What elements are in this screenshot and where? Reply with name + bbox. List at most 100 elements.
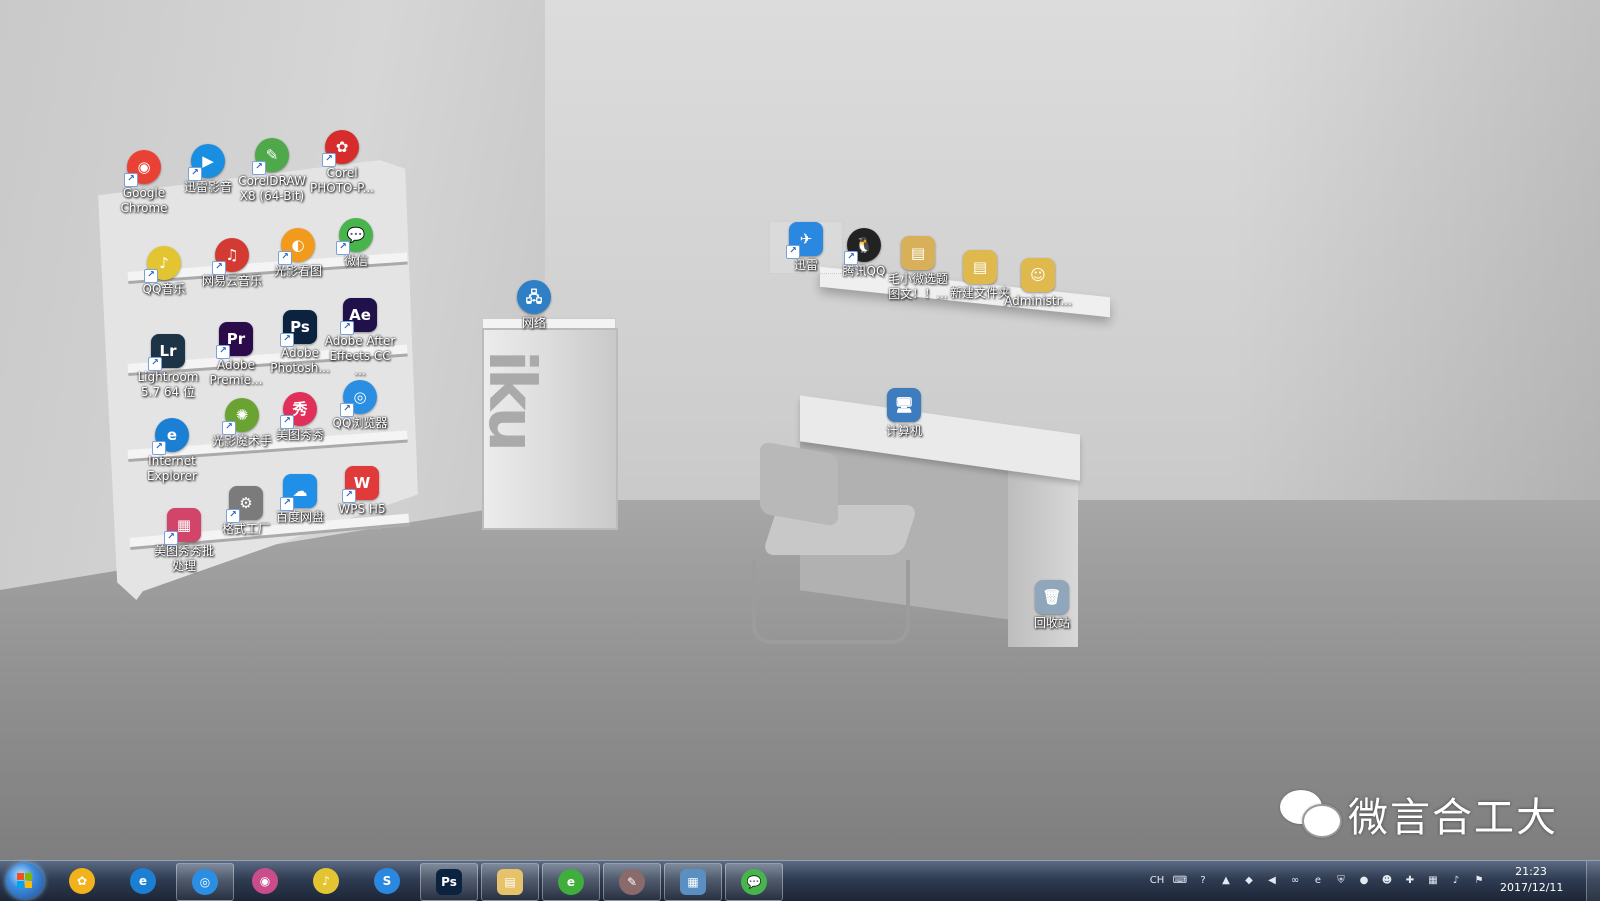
browser-tray-icon[interactable]: e [1309,872,1327,890]
taskbar-button-internet-explorer[interactable]: e [115,863,171,899]
shortcut-arrow-icon: ↗ [164,531,178,545]
taskbar-button-windows-photo-gallery[interactable]: ✿ [54,863,110,899]
chrome-icon: ◉ ↗ [124,150,161,187]
desktop-icon-label: Google Chrome [120,186,168,215]
taskbar-button-qq-music[interactable]: ♪ [298,863,354,899]
desktop-icon-after-effects[interactable]: Ae ↗ Adobe After Effects CC ... [324,298,396,379]
desktop-icon-recycle-bin[interactable]: 🗑 回收站 [1016,580,1088,631]
taskbar-button-xiuxiu-app[interactable]: ✎ [603,863,661,901]
desktop-icon-lightroom[interactable]: Lr ↗ Lightroom 5.7 64 位 [132,334,204,400]
show-hidden-icons[interactable]: ▲ [1217,872,1235,890]
taskbar-button-control-panel[interactable]: ▦ [664,863,722,901]
desktop-icon-label: QQ浏览器 [332,416,388,430]
computer-icon: 🖥 [887,388,921,422]
desktop-icon-label: 网络 [521,316,546,330]
desktop[interactable]: iku ◉ ↗ Google Chrome ▶ ↗ 迅雷影音 ✎ ↗ CorelDRAW X8 … [0,0,1600,860]
shortcut-arrow-icon: ↗ [322,153,336,167]
link-icon[interactable]: ∞ [1286,872,1304,890]
wallpaper-chair-leg [752,560,910,644]
shortcut-arrow-icon: ↗ [124,173,138,187]
desktop-icon-qq-browser[interactable]: ◎ ↗ QQ浏览器 [324,380,396,431]
taskbar-button-color-wheel[interactable]: ◉ [237,863,293,899]
shortcut-arrow-icon: ↗ [786,245,800,259]
color-wheel-icon: ◉ [252,868,278,894]
volume-mute-icon[interactable]: ◀ [1263,872,1281,890]
shortcut-arrow-icon: ↗ [148,357,162,371]
taskbar-button-photoshop[interactable]: Ps [420,863,478,901]
shortcut-arrow-icon: ↗ [340,321,354,335]
desktop-icon-network[interactable]: 🖧 网络 [498,280,570,331]
windows-start-button[interactable] [6,863,44,899]
photoshop-icon: Ps ↗ [280,310,317,347]
wechat-tray-icon[interactable]: ● [1355,872,1373,890]
meitu-icon: 秀 ↗ [280,392,317,429]
taskbar-button-file-explorer[interactable]: ▤ [481,863,539,901]
windows-photo-gallery-icon: ✿ [69,868,95,894]
shortcut-arrow-icon: ↗ [342,489,356,503]
desktop-icon-wps-h5[interactable]: W ↗ WPS H5 [326,466,398,517]
shortcut-arrow-icon: ↗ [278,251,292,265]
show-desktop-button[interactable] [1586,861,1600,901]
watermark-text: 微言合工大 [1348,795,1558,841]
recycle-bin-icon: 🗑 [1035,580,1069,614]
input-method-ch[interactable]: CH [1148,872,1166,890]
desktop-icon-label: 微信 [343,254,368,268]
shortcut-arrow-icon: ↗ [280,333,294,347]
desktop-icon-computer[interactable]: 🖥 计算机 [868,388,940,439]
new-folder-icon: ▤ [963,250,997,284]
internet-explorer-icon: e [130,868,156,894]
desktop-icon-wechat[interactable]: 💬 ↗ 微信 [320,218,392,269]
browser-360-icon: e [558,869,584,895]
keyboard-icon[interactable]: ⌨ [1171,872,1189,890]
taskbar-button-qq-browser[interactable]: ◎ [176,863,234,901]
qq-tray-icon[interactable]: ☻ [1378,872,1396,890]
xiuxiu-app-icon: ✎ [619,869,645,895]
shortcut-arrow-icon: ↗ [222,421,236,435]
taskbar-button-wechat[interactable]: 💬 [725,863,783,901]
desktop-icon-netease-music[interactable]: ♫ ↗ 网易云音乐 [196,238,268,289]
desktop-icon-internet-explorer[interactable]: e ↗ Internet Explorer [136,418,208,484]
shortcut-arrow-icon: ↗ [212,261,226,275]
desktop-icon-coreldraw[interactable]: ✎ ↗ CorelDRAW X8 (64-Bit) [236,138,308,204]
desktop-icon-label: CorelDRAW X8 (64-Bit) [238,174,306,203]
desktop-icon-chrome[interactable]: ◉ ↗ Google Chrome [108,150,180,216]
clock[interactable]: 21:23 2017/12/11 [1500,864,1563,896]
wechat-icon: 💬 [741,869,767,895]
shortcut-arrow-icon: ↗ [216,345,230,359]
desktop-icon-administrator-folder[interactable]: ☺ Administr... [1002,258,1074,309]
taskbar-button-browser-360[interactable]: e [542,863,600,901]
speaker-icon[interactable]: ♪ [1447,872,1465,890]
network-tray-icon[interactable]: ▦ [1424,872,1442,890]
desktop-icon-qq-music[interactable]: ♪ ↗ QQ音乐 [128,246,200,297]
lightroom-icon: Lr ↗ [148,334,185,371]
wallpaper-chair-back [760,441,838,527]
sync-tray-icon[interactable]: ✚ [1401,872,1419,890]
shortcut-arrow-icon: ↗ [252,161,266,175]
windows-start-icon [17,873,33,889]
help-icon[interactable]: ? [1194,872,1212,890]
xunlei-icon: ✈ ↗ [786,222,823,259]
folder-topic-icon: ▤ [901,236,935,270]
taskbar-button-sogou-input[interactable]: S [359,863,415,899]
network-icon: 🖧 [517,280,551,314]
desktop-icon-premiere[interactable]: Pr ↗ Adobe Premie... [200,322,272,388]
desktop-icon-corel-photo-paint[interactable]: ✿ ↗ Corel PHOTO-P... [306,130,378,196]
shortcut-arrow-icon: ↗ [152,441,166,455]
watermark: 微言合工大 [1278,784,1558,844]
shield-icon[interactable]: ⛨ [1332,872,1350,890]
desktop-icon-label: 迅雷影音 [183,180,232,194]
coreldraw-icon: ✎ ↗ [252,138,289,175]
box-icon[interactable]: ◆ [1240,872,1258,890]
internet-explorer-icon: e ↗ [152,418,189,455]
administrator-folder-icon: ☺ [1021,258,1055,292]
qq-music-icon: ♪ ↗ [144,246,181,283]
desktop-icon-xunlei-video[interactable]: ▶ ↗ 迅雷影音 [172,144,244,195]
desktop-icon-label: WPS H5 [338,502,386,516]
file-explorer-icon: ▤ [497,869,523,895]
action-center-icon[interactable]: ⚑ [1470,872,1488,890]
shortcut-arrow-icon: ↗ [144,269,158,283]
shortcut-arrow-icon: ↗ [280,415,294,429]
wallpaper-iku-mark: iku [474,350,548,449]
qq-browser-icon: ◎ ↗ [340,380,377,417]
wechat-logo-icon [1278,788,1342,840]
